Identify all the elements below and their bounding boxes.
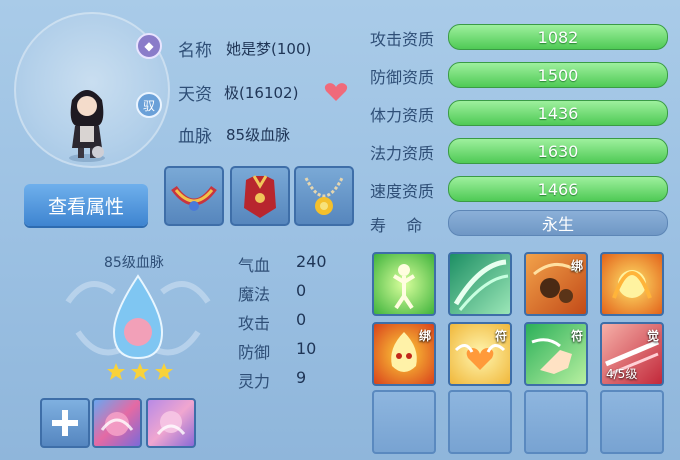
skill-slot-empty-1[interactable] [372, 390, 436, 454]
name-value: 她是梦(100) [226, 40, 312, 58]
stamina-aptitude-bar: 1436 [448, 100, 668, 126]
aptitude-label: 天资 [178, 85, 212, 105]
star-rating [106, 362, 176, 382]
attack-label: 攻击 [238, 314, 271, 333]
skill-slot-4[interactable] [600, 252, 664, 316]
bloodline-creature-icon-2 [156, 411, 186, 435]
skill-7-tag: 符 [570, 329, 583, 343]
stat-row-hp: 气血 240 [238, 252, 348, 281]
defense-value: 10 [296, 339, 317, 358]
aptitude-value: 极(16102) [224, 84, 299, 102]
skill-6-tag: 符 [494, 329, 507, 343]
skill-5-tag: 绑 [418, 329, 431, 343]
defense-aptitude-label: 防御资质 [370, 68, 435, 87]
skill-8-tag: 觉 [646, 329, 659, 343]
skill-3-tag: 绑 [570, 259, 583, 273]
skill-slot-empty-3[interactable] [524, 390, 588, 454]
stat-row-mp: 魔法 0 [238, 281, 348, 310]
bloodline-creature-icon [100, 412, 134, 436]
skill-slot-3[interactable]: 绑 [524, 252, 588, 316]
skill-fire-orb-icon [612, 270, 652, 299]
skill-slot-8[interactable]: 觉 4/5级 [600, 322, 664, 386]
necklace-icon [304, 177, 344, 215]
bloodline-label: 血脉 [178, 127, 212, 147]
stat-row-attack: 攻击 0 [238, 310, 348, 339]
skill-slot-empty-4[interactable] [600, 390, 664, 454]
stat-row-spirit: 灵力 9 [238, 368, 348, 397]
plus-icon [52, 410, 78, 436]
collar-icon [171, 185, 217, 211]
add-slot-button[interactable] [40, 398, 90, 448]
name-label: 名称 [178, 41, 212, 61]
pet-detail-panel: ◆ 驭 名称 她是梦(100) 天资 极(16102) 血脉 85级血脉 查看属… [0, 0, 680, 460]
bloodline-item-slot-2[interactable] [146, 398, 196, 448]
hp-label: 气血 [238, 256, 271, 275]
spirit-value: 9 [296, 368, 307, 387]
magic-aptitude-bar: 1630 [448, 138, 668, 164]
heart-icon[interactable] [324, 82, 348, 102]
attack-aptitude-bar: 1082 [448, 24, 668, 50]
magic-aptitude-label: 法力资质 [370, 144, 435, 163]
skill-slot-2[interactable] [448, 252, 512, 316]
equip-slot-armor[interactable] [230, 166, 290, 226]
speed-aptitude-bar: 1466 [448, 176, 668, 202]
lifespan-bar: 永生 [448, 210, 668, 236]
lifespan-label: 寿 命 [370, 216, 423, 235]
stat-row-defense: 防御 10 [238, 339, 348, 368]
skill-slot-6[interactable]: 符 [448, 322, 512, 386]
attack-value: 0 [296, 310, 307, 329]
pet-class-icon[interactable]: ◆ [136, 33, 162, 59]
view-attributes-button[interactable]: 查看属性 [24, 184, 148, 226]
hp-value: 240 [296, 252, 327, 271]
bind-badge[interactable]: 驭 [136, 92, 162, 118]
bloodline-item-slot-1[interactable] [92, 398, 142, 448]
mp-value: 0 [296, 281, 307, 300]
stamina-aptitude-label: 体力资质 [370, 106, 435, 125]
equip-slot-collar[interactable] [164, 166, 224, 226]
skill-wind-icon [453, 259, 509, 311]
armor-icon [244, 175, 276, 218]
spirit-label: 灵力 [238, 372, 271, 391]
speed-aptitude-label: 速度资质 [370, 182, 435, 201]
bloodline-emblem-icon [65, 274, 211, 360]
defense-label: 防御 [238, 343, 271, 362]
attack-aptitude-label: 攻击资质 [370, 30, 435, 49]
skill-slot-7[interactable]: 符 [524, 322, 588, 386]
mp-label: 魔法 [238, 285, 271, 304]
skill-slot-empty-2[interactable] [448, 390, 512, 454]
bloodline-value: 85级血脉 [226, 126, 291, 144]
skill-8-level: 4/5级 [606, 367, 638, 381]
pet-character-avatar [69, 90, 105, 162]
skill-slot-1[interactable] [372, 252, 436, 316]
defense-aptitude-bar: 1500 [448, 62, 668, 88]
skill-figure-glow-icon [392, 264, 416, 310]
equip-slot-necklace[interactable] [294, 166, 354, 226]
bloodline-stats: 气血 240 魔法 0 攻击 0 防御 10 灵力 9 [238, 252, 348, 397]
skill-slot-5[interactable]: 绑 [372, 322, 436, 386]
